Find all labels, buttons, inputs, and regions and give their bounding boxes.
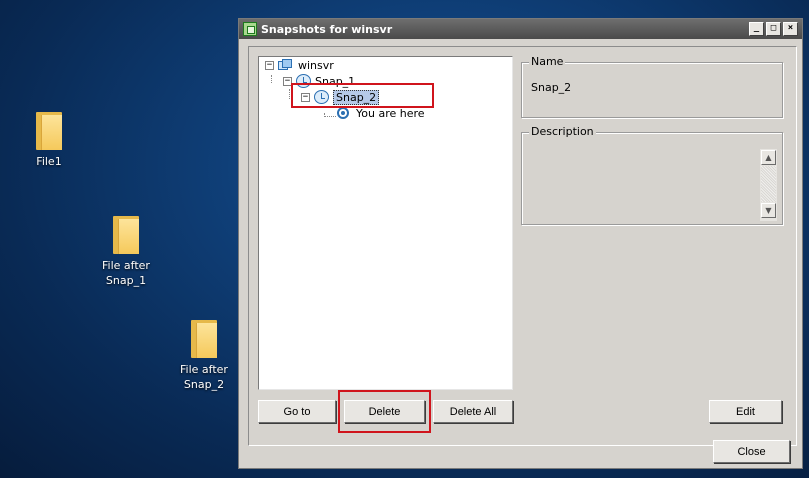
description-label: Description: [529, 125, 596, 138]
desktop-file-after-snap1-label-1: File after: [102, 259, 150, 272]
goto-button[interactable]: Go to: [258, 400, 336, 423]
tree-node-winsvr[interactable]: − winsvr: [265, 57, 334, 73]
folder-icon: [113, 216, 139, 254]
snapshot-manager-icon: [243, 22, 257, 36]
current-state-icon: [337, 107, 349, 119]
tree-node-winsvr-label: winsvr: [298, 58, 334, 72]
desktop-file-after-snap2-label-2: Snap_2: [183, 378, 225, 391]
tree-node-you-are-here-label: You are here: [356, 106, 425, 120]
name-value[interactable]: Snap_2: [531, 81, 571, 94]
delete-all-button[interactable]: Delete All: [433, 400, 513, 423]
scroll-down-icon[interactable]: ▼: [761, 203, 776, 218]
scroll-track[interactable]: [761, 166, 776, 202]
collapse-icon[interactable]: −: [265, 60, 274, 70]
description-group: Description ▲ ▼: [521, 125, 783, 225]
vm-icon: [278, 58, 292, 72]
description-scrollbar[interactable]: ▲ ▼: [760, 149, 777, 221]
desktop-file-after-snap2-label-1: File after: [180, 363, 228, 376]
maximize-button[interactable]: □: [766, 22, 781, 36]
name-group: Name Snap_2: [521, 55, 783, 118]
close-window-button[interactable]: ×: [783, 22, 798, 36]
window-title: Snapshots for winsvr: [261, 22, 393, 36]
edit-button[interactable]: Edit: [709, 400, 782, 423]
snapshots-window: Snapshots for winsvr _ □ × − winsvr − Sn…: [238, 18, 803, 469]
desktop-file1[interactable]: File1: [4, 112, 94, 169]
name-label: Name: [529, 55, 566, 68]
desktop-file-after-snap1[interactable]: File after Snap_1: [81, 216, 171, 288]
delete-highlight-box: [338, 390, 431, 433]
description-field[interactable]: [530, 145, 755, 217]
title-bar[interactable]: Snapshots for winsvr _ □ ×: [239, 19, 802, 39]
folder-icon: [36, 112, 62, 150]
desktop-file1-label: File1: [36, 155, 62, 168]
snap2-highlight-box: [291, 83, 434, 108]
desktop-file-after-snap2[interactable]: File after Snap_2: [159, 320, 249, 392]
folder-icon: [191, 320, 217, 358]
close-button[interactable]: Close: [713, 440, 790, 463]
minimize-button[interactable]: _: [749, 22, 764, 36]
scroll-up-icon[interactable]: ▲: [761, 150, 776, 165]
desktop-file-after-snap1-label-2: Snap_1: [105, 274, 147, 287]
